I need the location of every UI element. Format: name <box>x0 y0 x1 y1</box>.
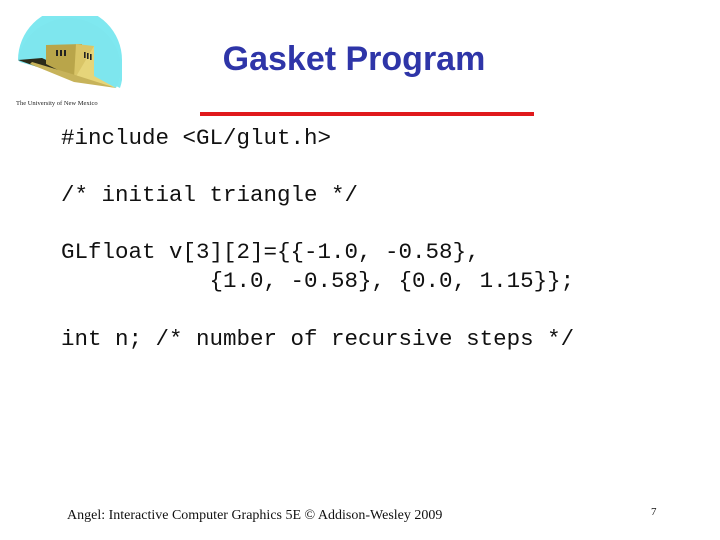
code-line: #include <GL/glut.h> <box>61 125 332 151</box>
logo-caption: The University of New Mexico <box>16 100 98 107</box>
footer-credit: Angel: Interactive Computer Graphics 5E … <box>67 508 443 523</box>
code-line: int n; /* number of recursive steps */ <box>61 326 575 352</box>
code-line: /* initial triangle */ <box>61 182 359 208</box>
code-line: {1.0, -0.58}, {0.0, 1.15}}; <box>61 268 575 294</box>
title-divider <box>200 112 534 116</box>
code-line: GLfloat v[3][2]={{-1.0, -0.58}, <box>61 239 480 265</box>
page-number: 7 <box>651 506 657 518</box>
slide-title: Gasket Program <box>222 40 486 78</box>
